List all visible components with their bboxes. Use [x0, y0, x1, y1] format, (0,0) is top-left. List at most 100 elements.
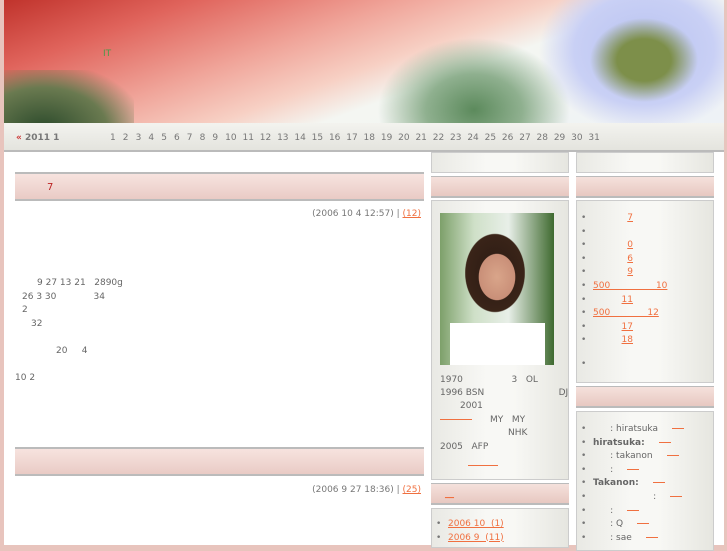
calendar-day[interactable]: 22 — [433, 133, 450, 143]
calendar-day[interactable]: 7 — [187, 133, 200, 143]
profile-line: 2001 — [460, 401, 483, 411]
comment-author: : takanon — [593, 451, 653, 462]
calendar-day[interactable]: 29 — [554, 133, 571, 143]
calendar-day[interactable]: 24 — [467, 133, 484, 143]
calendar-day[interactable]: 16 — [329, 133, 346, 143]
post-line: 9 27 13 21 2890g — [37, 278, 123, 288]
comment-item: : takanon — [581, 451, 684, 465]
calendar-day[interactable]: 20 — [398, 133, 415, 143]
comment-link[interactable] — [627, 468, 640, 470]
comment-item: : sae — [581, 533, 684, 547]
post-date: (2006 9 27 18:36) | — [312, 485, 400, 495]
profile-link[interactable] — [440, 419, 472, 420]
comment-item: : — [581, 465, 684, 479]
recent-post-item: 6 — [581, 254, 667, 268]
post-title[interactable]: 7 — [47, 182, 53, 193]
calendar-day[interactable]: 26 — [502, 133, 519, 143]
calendar-month: 2011 1 — [24, 133, 60, 143]
calendar-day[interactable]: 13 — [277, 133, 294, 143]
recent-post-link[interactable]: 7 — [593, 213, 633, 223]
comment-author: : sae — [593, 532, 632, 543]
sidebar-box — [431, 152, 569, 173]
sidebar-box — [576, 152, 714, 173]
calendar-day[interactable]: 6 — [174, 133, 187, 143]
comment-link[interactable] — [671, 428, 684, 429]
profile-line: 2005 AFP — [440, 442, 489, 452]
profile-photo — [440, 213, 554, 365]
calendar-day[interactable]: 15 — [312, 133, 329, 143]
comments-link[interactable]: (25) — [403, 485, 421, 495]
calendar-day[interactable]: 3 — [136, 133, 149, 143]
calendar-day[interactable]: 11 — [242, 133, 259, 143]
archive-link[interactable]: 2006 10 (1) — [448, 519, 504, 529]
profile-heading — [431, 176, 569, 198]
archives-link[interactable]: __ — [445, 489, 454, 499]
calendar-day[interactable]: 31 — [588, 133, 605, 143]
calendar-day[interactable]: 27 — [519, 133, 536, 143]
prev-arrow-icon[interactable]: « — [16, 133, 22, 143]
calendar-day[interactable]: 19 — [381, 133, 398, 143]
recent-post-item: 500 12 — [581, 308, 667, 322]
calendar-day[interactable]: 28 — [537, 133, 554, 143]
recent-post-link[interactable]: 6 — [593, 254, 633, 264]
calendar-day[interactable]: 23 — [450, 133, 467, 143]
calendar-day[interactable]: 12 — [260, 133, 277, 143]
calendar-day[interactable]: 14 — [294, 133, 311, 143]
recent-post-item: 9 — [581, 267, 667, 281]
post-line: 26 3 30 34 — [22, 292, 105, 302]
recent-post-link[interactable]: 500 12 — [593, 308, 659, 318]
comment-link[interactable] — [652, 482, 665, 484]
archives-box: 2006 10 (1) 2006 9 (11) — [431, 508, 569, 548]
comment-item: Takanon: — [581, 478, 684, 492]
comment-link[interactable] — [658, 441, 671, 443]
calendar-prev-month[interactable]: « 2011 1 — [16, 133, 59, 143]
recent-comments-box: : hiratsuka hiratsuka: : takanon : Takanon… — [576, 411, 714, 551]
calendar-day[interactable]: 2 — [123, 133, 136, 143]
calendar-day[interactable]: 25 — [485, 133, 502, 143]
comment-item: : — [581, 492, 684, 506]
post-title-bar: 7 — [15, 172, 424, 201]
recent-comments-heading — [576, 386, 714, 408]
comment-link[interactable] — [645, 536, 658, 538]
recent-post-item: 7 — [581, 213, 667, 227]
archive-item: 2006 10 (1) — [436, 519, 504, 533]
profile-box: 1970 3 OL 1996 BSN DJ 2001 MY MY NHK 200… — [431, 200, 569, 480]
comment-link[interactable] — [666, 455, 679, 457]
profile-line: MY MY — [490, 415, 526, 425]
calendar-day[interactable]: 21 — [415, 133, 432, 143]
recent-post-link[interactable]: 9 — [593, 267, 633, 277]
recent-post-link[interactable]: 18 — [593, 335, 633, 345]
profile-link[interactable] — [468, 465, 498, 466]
post-meta: (2006 10 4 12:57) | (12) — [312, 209, 421, 219]
comment-link[interactable] — [627, 509, 640, 511]
post-line: 20 4 — [56, 346, 88, 356]
comments-link[interactable]: (12) — [403, 209, 421, 219]
calendar-day[interactable]: 18 — [364, 133, 381, 143]
calendar-day[interactable]: 9 — [212, 133, 225, 143]
post-line: 32 — [31, 319, 43, 329]
comment-item: : — [581, 506, 684, 520]
recent-post-item: 11 — [581, 295, 667, 309]
recent-post-link[interactable]: 17 — [593, 322, 633, 332]
calendar-day[interactable]: 17 — [346, 133, 363, 143]
comment-author: : — [593, 505, 614, 516]
comment-link[interactable] — [670, 495, 683, 497]
calendar-day[interactable]: 10 — [225, 133, 242, 143]
comment-author: : — [593, 464, 614, 475]
recent-post-link[interactable]: 500 10 — [593, 281, 667, 291]
calendar-day[interactable]: 1 — [110, 133, 123, 143]
recent-post-item: 0 — [581, 240, 667, 254]
comment-item: : hiratsuka — [581, 424, 684, 438]
comment-author: hiratsuka: — [593, 437, 645, 448]
comment-author: Takanon: — [593, 478, 639, 489]
recent-post-item: 17 — [581, 322, 667, 336]
comment-link[interactable] — [637, 523, 650, 525]
calendar-day[interactable]: 30 — [571, 133, 588, 143]
archive-link[interactable]: 2006 9 (11) — [448, 533, 504, 543]
calendar-day[interactable]: 5 — [161, 133, 174, 143]
post-title-bar — [15, 447, 424, 476]
recent-post-link[interactable]: 0 — [593, 240, 633, 250]
recent-post-link[interactable]: 11 — [593, 295, 633, 305]
calendar-day[interactable]: 4 — [148, 133, 161, 143]
calendar-day[interactable]: 8 — [200, 133, 213, 143]
